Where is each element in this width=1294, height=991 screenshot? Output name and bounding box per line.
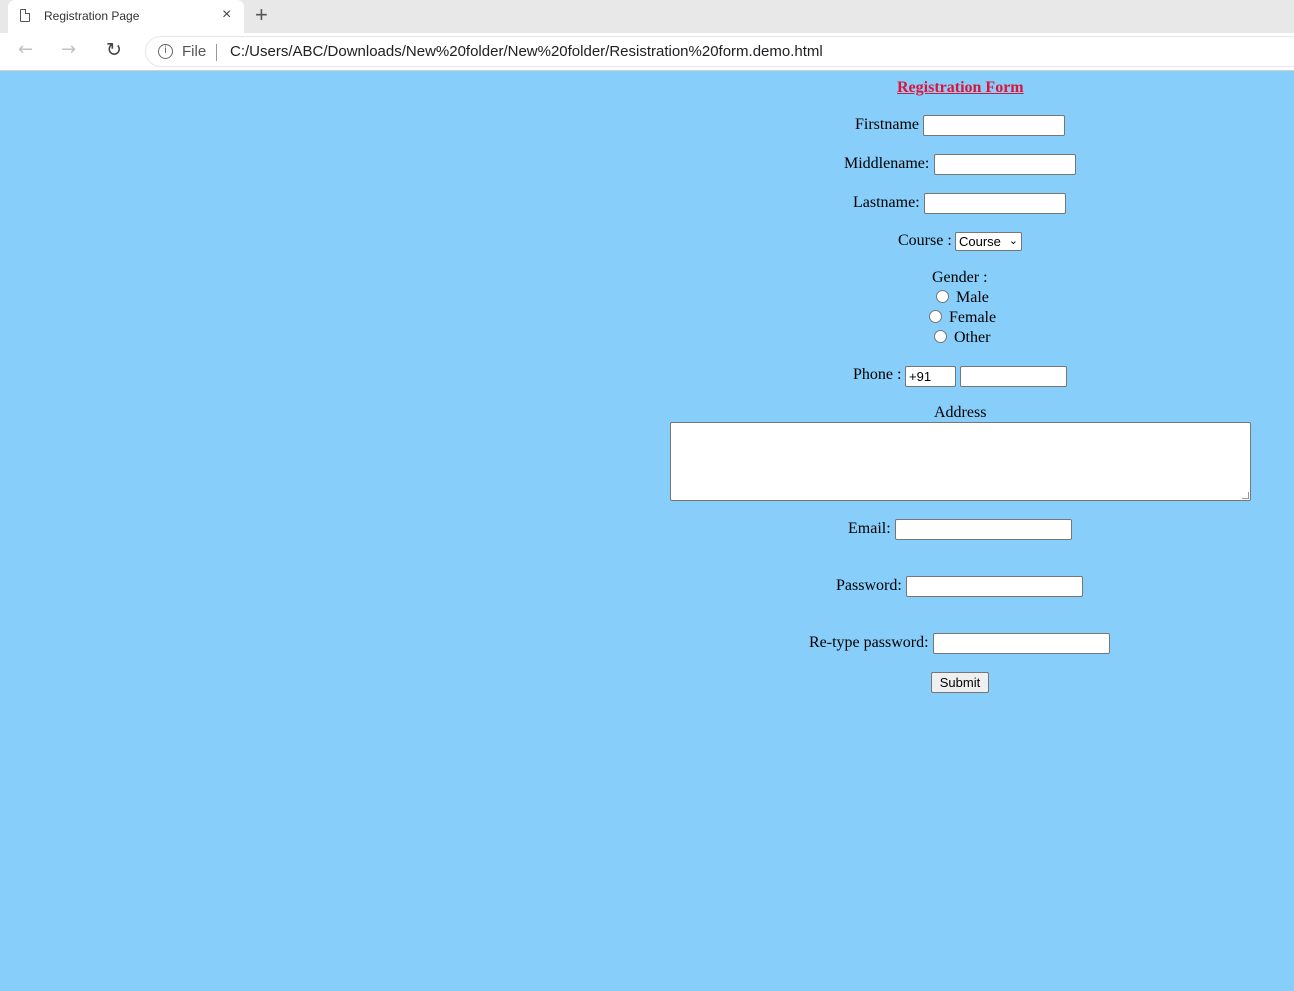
registration-page: Registration Form Firstname Middlename: … [0,71,1294,991]
back-arrow-icon[interactable]: ← [18,39,33,61]
phone-code-input[interactable]: +91 [905,366,956,387]
url-separator [216,44,217,61]
page-icon [20,9,30,22]
close-tab-icon[interactable]: × [222,6,231,24]
browser-chrome: Registration Page × + ← → ↻ i File C:/Us… [0,0,1294,71]
password-label: Password: [836,577,902,594]
phone-number-input[interactable] [960,366,1067,387]
phone-label: Phone : [853,366,902,383]
radio-other-label: Other [954,329,991,346]
chevron-down-icon: ⌄ [1008,235,1018,247]
email-label: Email: [848,520,891,537]
middlename-label: Middlename: [844,155,930,172]
submit-button[interactable]: Submit [931,672,989,693]
course-select[interactable]: Course ⌄ [955,232,1022,251]
reload-icon[interactable]: ↻ [106,39,122,61]
lastname-label: Lastname: [853,194,920,211]
firstname-label: Firstname [855,116,919,133]
password-input[interactable] [906,576,1083,597]
new-tab-icon[interactable]: + [255,3,268,27]
url-scheme: File [182,43,207,60]
resize-grip-icon[interactable] [1242,492,1249,499]
form-title: Registration Form [897,79,1024,96]
url-text[interactable]: C:/Users/ABC/Downloads/New%20folder/New%… [230,43,823,60]
radio-male-label: Male [956,289,989,306]
address-label: Address [934,404,987,421]
retype-password-label: Re-type password: [809,634,929,651]
tab-strip: Registration Page × + [0,0,1294,33]
middlename-input[interactable] [934,154,1076,175]
browser-toolbar: ← → ↻ i File C:/Users/ABC/Downloads/New%… [0,33,1294,71]
tab-title: Registration Page [44,9,140,23]
radio-other[interactable] [934,330,947,343]
radio-female-label: Female [949,309,997,326]
browser-tab[interactable]: Registration Page × [8,0,244,33]
retype-password-input[interactable] [933,633,1110,654]
course-label: Course : [898,232,952,249]
radio-male[interactable] [936,290,949,303]
email-input[interactable] [895,519,1072,540]
course-selected-value: Course [959,234,1001,249]
gender-label: Gender : [932,269,988,286]
address-textarea[interactable] [670,422,1251,501]
info-icon[interactable]: i [158,44,173,59]
address-bar[interactable]: i File C:/Users/ABC/Downloads/New%20fold… [145,36,1294,67]
lastname-input[interactable] [924,193,1066,214]
forward-arrow-icon[interactable]: → [61,39,76,61]
radio-female[interactable] [929,310,942,323]
firstname-input[interactable] [923,115,1065,136]
